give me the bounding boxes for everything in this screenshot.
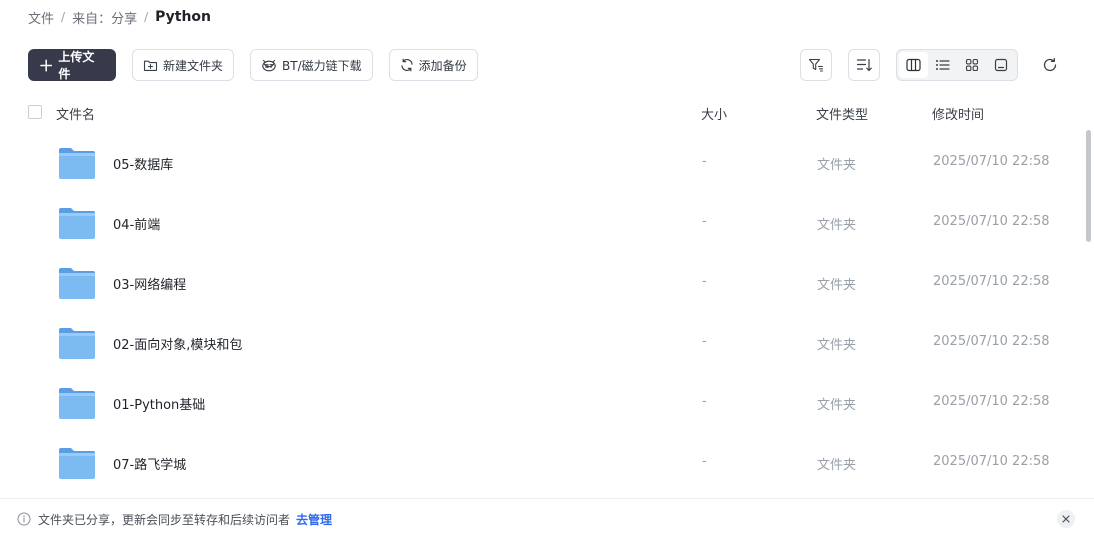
grid-view-icon bbox=[965, 58, 978, 72]
view-grid-button[interactable] bbox=[957, 52, 986, 78]
breadcrumb-separator: / bbox=[61, 10, 66, 24]
file-name: 01-Python基础 bbox=[113, 398, 206, 413]
file-name: 02-面向对象,模块和包 bbox=[113, 338, 243, 353]
share-notice-message: 文件夹已分享，更新会同步至转存和后续访问者 bbox=[38, 513, 291, 527]
new-folder-button-label: 新建文件夹 bbox=[163, 58, 224, 73]
file-name: 03-网络编程 bbox=[113, 278, 187, 293]
header-size[interactable]: 大小 bbox=[701, 104, 727, 123]
file-type: 文件夹 bbox=[817, 278, 857, 293]
add-backup-button-label: 添加备份 bbox=[418, 58, 467, 73]
table-row[interactable]: 04-前端 - 文件夹 2025/07/10 22:58 bbox=[0, 193, 1080, 253]
file-modified: 2025/07/10 22:58 bbox=[933, 334, 1050, 349]
folder-plus-icon bbox=[143, 60, 158, 71]
file-modified: 2025/07/10 22:58 bbox=[933, 394, 1050, 409]
add-backup-button[interactable]: 添加备份 bbox=[388, 49, 478, 81]
plus-icon bbox=[40, 59, 53, 71]
refresh-icon bbox=[1043, 57, 1057, 72]
folder-icon bbox=[59, 148, 95, 179]
new-folder-button[interactable]: 新建文件夹 bbox=[132, 49, 235, 81]
toolbar: 上传文件 新建文件夹 BT BT/磁力链下载 添加备份 bbox=[28, 49, 494, 81]
file-modified: 2025/07/10 22:58 bbox=[933, 454, 1050, 469]
file-modified: 2025/07/10 22:58 bbox=[933, 214, 1050, 229]
file-type: 文件夹 bbox=[817, 458, 857, 473]
folder-icon bbox=[59, 328, 95, 359]
file-name: 04-前端 bbox=[113, 218, 161, 233]
manage-share-link[interactable]: 去管理 bbox=[296, 511, 332, 528]
table-row[interactable]: 07-路飞学城 - 文件夹 2025/07/10 22:58 bbox=[0, 433, 1080, 493]
file-size: - bbox=[702, 154, 707, 169]
header-modified[interactable]: 修改时间 bbox=[932, 104, 984, 123]
table-row[interactable]: 05-数据库 - 文件夹 2025/07/10 22:58 bbox=[0, 133, 1080, 193]
folder-icon bbox=[59, 208, 95, 239]
table-row[interactable]: 03-网络编程 - 文件夹 2025/07/10 22:58 bbox=[0, 253, 1080, 313]
header-type[interactable]: 文件类型 bbox=[816, 104, 868, 123]
file-type: 文件夹 bbox=[817, 158, 857, 173]
bt-icon: BT bbox=[262, 59, 276, 72]
view-list-button[interactable] bbox=[928, 52, 957, 78]
folder-icon bbox=[59, 448, 95, 479]
sort-icon bbox=[856, 58, 872, 72]
folder-icon bbox=[59, 388, 95, 419]
svg-text:BT: BT bbox=[265, 64, 273, 70]
view-switcher bbox=[896, 49, 1018, 81]
upload-button-label: 上传文件 bbox=[58, 50, 95, 81]
filter-button[interactable] bbox=[800, 49, 832, 81]
file-modified: 2025/07/10 22:58 bbox=[933, 154, 1050, 169]
view-column-button[interactable] bbox=[899, 52, 928, 78]
folder-icon bbox=[59, 268, 95, 299]
file-size: - bbox=[702, 274, 707, 289]
filter-icon bbox=[808, 58, 824, 72]
file-name: 05-数据库 bbox=[113, 158, 174, 173]
close-icon bbox=[1062, 515, 1070, 523]
breadcrumb-source[interactable]: 来自：分享 bbox=[72, 8, 137, 27]
column-view-icon bbox=[906, 58, 921, 72]
bt-download-button[interactable]: BT BT/磁力链下载 bbox=[250, 49, 373, 81]
breadcrumb-root[interactable]: 文件 bbox=[28, 8, 54, 27]
file-type: 文件夹 bbox=[817, 338, 857, 353]
breadcrumb-separator: / bbox=[144, 10, 149, 24]
info-icon bbox=[17, 512, 31, 526]
file-type: 文件夹 bbox=[817, 398, 857, 413]
file-type: 文件夹 bbox=[817, 218, 857, 233]
file-size: - bbox=[702, 214, 707, 229]
file-size: - bbox=[702, 454, 707, 469]
refresh-button[interactable] bbox=[1036, 51, 1064, 79]
table-row[interactable]: 02-面向对象,模块和包 - 文件夹 2025/07/10 22:58 bbox=[0, 313, 1080, 373]
breadcrumb: 文件 / 来自：分享 / Python bbox=[28, 7, 211, 27]
sync-icon bbox=[401, 58, 413, 72]
table-row[interactable]: 01-Python基础 - 文件夹 2025/07/10 22:58 bbox=[0, 373, 1080, 433]
header-name[interactable]: 文件名 bbox=[56, 104, 95, 123]
preview-view-icon bbox=[994, 58, 1007, 72]
list-view-icon bbox=[936, 60, 950, 70]
file-size: - bbox=[702, 334, 707, 349]
breadcrumb-current: Python bbox=[155, 9, 212, 25]
vertical-scrollbar[interactable] bbox=[1086, 130, 1091, 242]
share-notice-bar: 文件夹已分享，更新会同步至转存和后续访问者 去管理 bbox=[0, 498, 1094, 537]
table-header: 文件名 大小 文件类型 修改时间 bbox=[0, 100, 1080, 126]
close-notice-button[interactable] bbox=[1057, 510, 1075, 528]
file-name: 07-路飞学城 bbox=[113, 458, 187, 473]
upload-button[interactable]: 上传文件 bbox=[28, 49, 116, 81]
sort-button[interactable] bbox=[848, 49, 880, 81]
file-modified: 2025/07/10 22:58 bbox=[933, 274, 1050, 289]
file-size: - bbox=[702, 394, 707, 409]
view-preview-button[interactable] bbox=[986, 52, 1015, 78]
bt-download-button-label: BT/磁力链下载 bbox=[282, 58, 362, 73]
